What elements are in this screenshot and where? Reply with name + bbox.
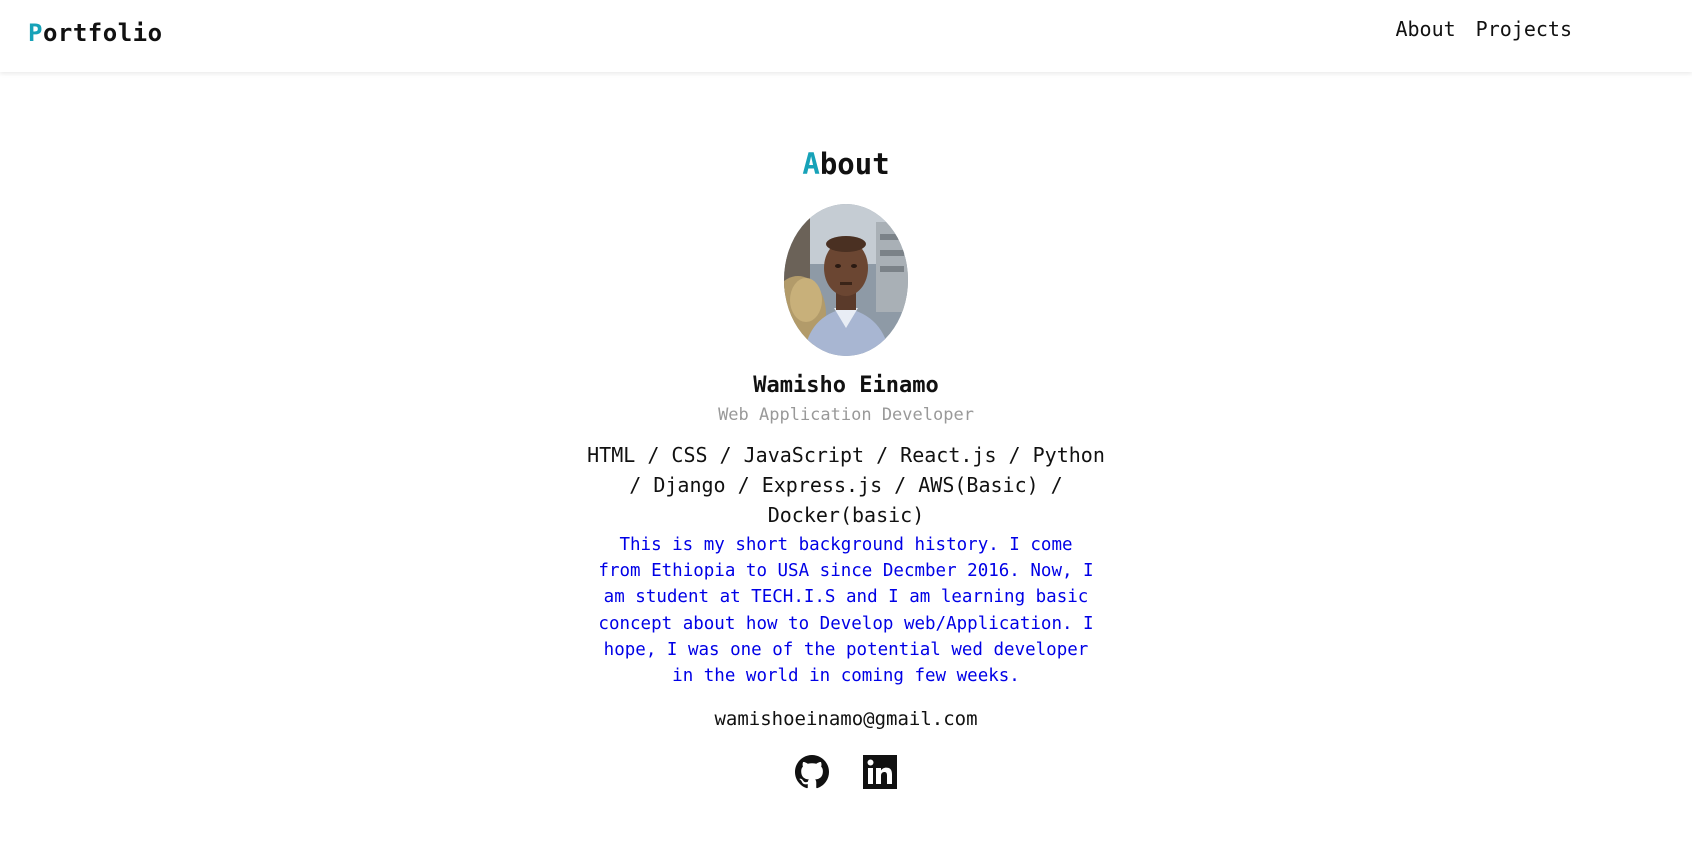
email-address: wamishoeinamo@gmail.com: [714, 708, 978, 731]
about-section: About Wamisho Einamo Web Application Dev…: [0, 0, 1692, 790]
social-links: [795, 755, 897, 790]
bio-text: This is my short background history. I c…: [598, 535, 1094, 687]
about-title-first-letter: A: [802, 147, 820, 181]
linkedin-icon[interactable]: [863, 755, 897, 790]
avatar: [784, 204, 908, 356]
about-title: About: [802, 146, 889, 182]
profile-role: Web Application Developer: [718, 405, 974, 425]
github-icon[interactable]: [795, 755, 829, 789]
avatar-photo: [784, 204, 908, 356]
skills-list: HTML / CSS / JavaScript / React.js / Pyt…: [587, 443, 1105, 527]
profile-name: Wamisho Einamo: [753, 373, 939, 398]
about-title-rest: bout: [819, 147, 890, 181]
